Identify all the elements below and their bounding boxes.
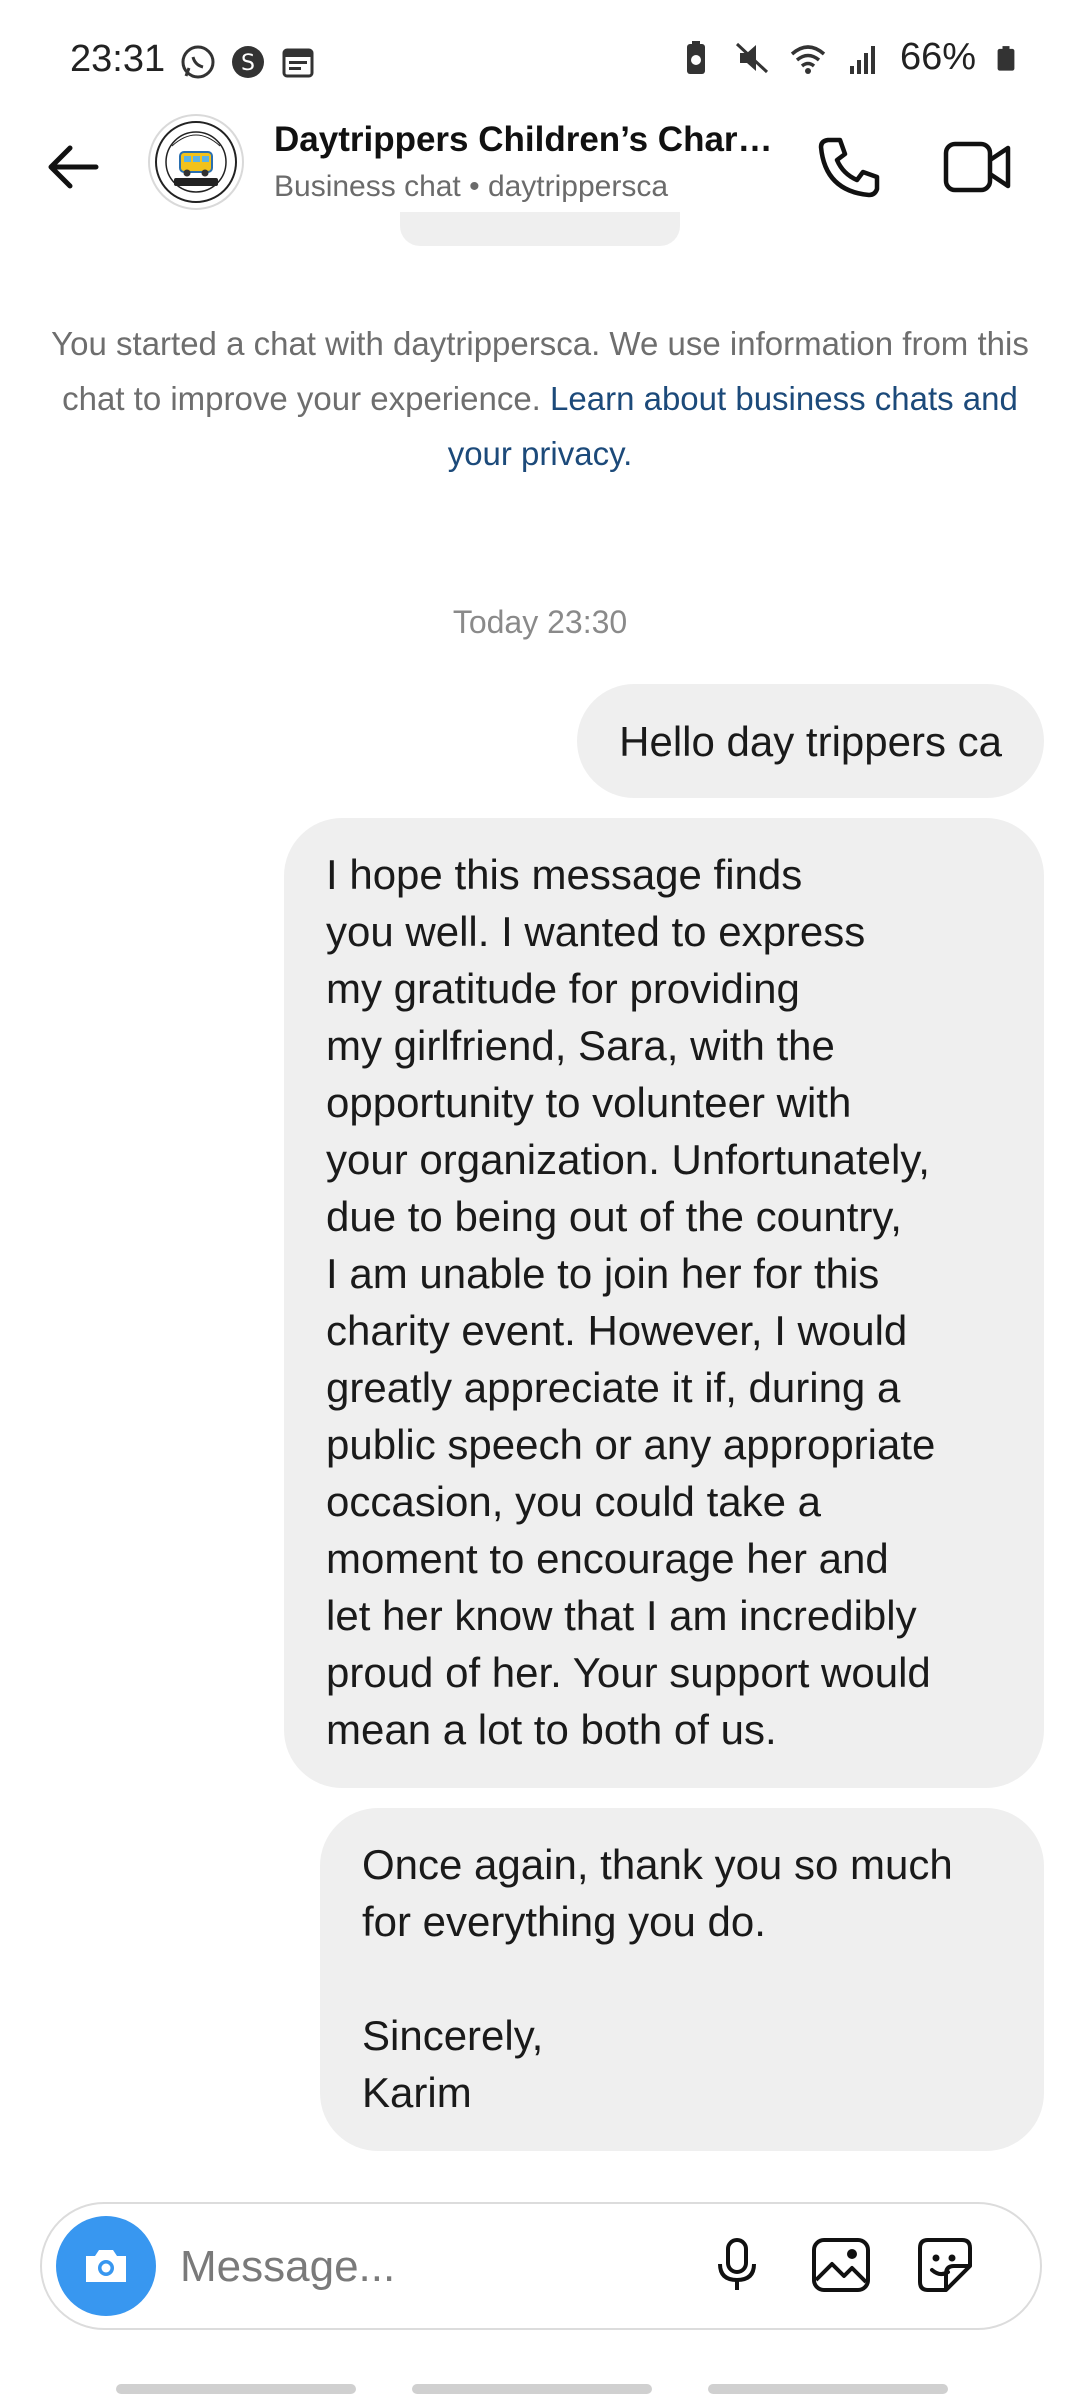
navigation-bar xyxy=(0,2370,1080,2400)
status-bar: 23:31 S 66% xyxy=(0,0,1080,120)
wifi-icon xyxy=(790,44,826,74)
status-time: 23:31 xyxy=(70,38,166,80)
message-composer xyxy=(40,2202,1042,2330)
message-bubble-sent[interactable]: I hope this message finds you well. I wa… xyxy=(284,818,1044,1788)
back-arrow-icon[interactable] xyxy=(38,132,108,202)
camera-icon xyxy=(86,2250,126,2282)
system-icons: 66% xyxy=(676,36,1020,79)
battery-icon xyxy=(997,45,1015,71)
message-bubble-sent[interactable]: Once again, thank you so much for everyt… xyxy=(320,1808,1044,2151)
chat-subtitle: Business chat • daytrippersca xyxy=(274,170,669,203)
message-timestamp: Today 23:30 xyxy=(452,604,628,640)
whatsapp-icon xyxy=(181,45,215,79)
camera-button[interactable] xyxy=(56,2216,156,2316)
message-input[interactable] xyxy=(178,2224,742,2310)
nav-pill[interactable] xyxy=(116,2384,356,2394)
calendar-icon xyxy=(282,48,314,78)
sticker-icon[interactable] xyxy=(912,2232,978,2298)
notification-icons: S xyxy=(178,42,318,82)
daytrippers-logo xyxy=(155,121,237,203)
previous-message-edge xyxy=(400,212,680,246)
microphone-icon[interactable] xyxy=(704,2232,770,2298)
gallery-icon[interactable] xyxy=(808,2232,874,2298)
svg-text:S: S xyxy=(241,51,255,76)
skype-icon: S xyxy=(232,46,264,78)
chat-header: Daytrippers Children’s Chari… Business c… xyxy=(0,110,1080,220)
signal-icon xyxy=(849,45,875,74)
battery-percentage: 66% xyxy=(899,36,976,78)
video-call-icon[interactable] xyxy=(940,130,1016,206)
phone-call-icon[interactable] xyxy=(810,130,886,206)
nav-pill[interactable] xyxy=(708,2384,948,2394)
nav-pill[interactable] xyxy=(412,2384,652,2394)
message-bubble-sent[interactable]: Hello day trippers ca xyxy=(577,684,1044,798)
chat-title[interactable]: Daytrippers Children’s Chari… xyxy=(274,120,774,160)
mute-icon xyxy=(735,42,768,73)
business-chat-notice: You started a chat with daytrippersca. W… xyxy=(40,316,1040,481)
battery-saver-icon xyxy=(686,40,705,74)
avatar[interactable] xyxy=(148,114,244,210)
